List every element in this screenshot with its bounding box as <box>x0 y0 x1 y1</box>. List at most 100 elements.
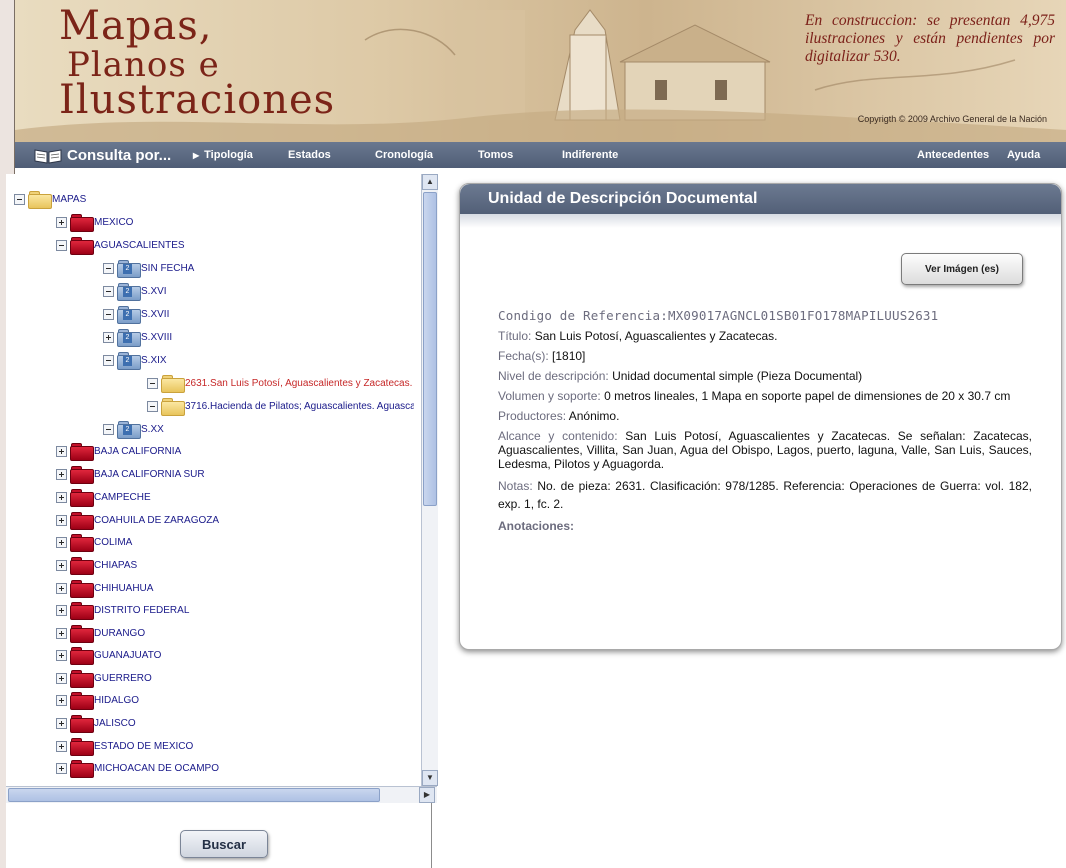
nav-link-tomos[interactable]: Tomos <box>478 149 513 161</box>
tree-label: MICHOACAN DE OCAMPO <box>94 762 220 774</box>
expand-icon[interactable] <box>56 717 67 729</box>
expand-icon[interactable] <box>56 649 67 661</box>
nav-link-antecedentes[interactable]: Antecedentes <box>917 149 989 161</box>
folder-icon <box>70 760 94 778</box>
folder-badge: 2 <box>123 356 132 366</box>
collapse-icon[interactable] <box>147 377 158 389</box>
collapse-icon[interactable] <box>103 354 114 366</box>
scroll-up-icon[interactable]: ▲ <box>422 174 438 190</box>
folder-icon <box>161 398 185 416</box>
expand-icon[interactable] <box>56 694 67 706</box>
level-label: Nivel de descripción: <box>498 369 609 383</box>
nav-link-ayuda[interactable]: Ayuda <box>1007 149 1040 161</box>
tree-node-colima[interactable]: COLIMA <box>56 533 133 552</box>
tree-node-michoacan[interactable]: MICHOACAN DE OCAMPO <box>56 759 220 778</box>
folder-badge: 2 <box>123 425 132 435</box>
expand-icon[interactable] <box>56 514 67 526</box>
expand-icon[interactable] <box>56 740 67 752</box>
expand-icon[interactable] <box>56 762 67 774</box>
nav-link-cronologia[interactable]: Cronología <box>375 149 433 161</box>
folder-icon <box>70 580 94 598</box>
folder-badge: 2 <box>123 264 132 274</box>
folder-icon: 2 <box>117 421 141 439</box>
field-reference: Condigo de Referencia:MX09017AGNCL01SB01… <box>498 309 1032 323</box>
expand-icon[interactable] <box>56 536 67 548</box>
expand-icon[interactable] <box>56 672 67 684</box>
tree-node-baja-california-sur[interactable]: BAJA CALIFORNIA SUR <box>56 465 205 484</box>
tree-node-document-2631[interactable]: 2631.San Luis Potosí, Aguascalientes y Z… <box>147 374 412 393</box>
tree-node-durango[interactable]: DURANGO <box>56 624 146 643</box>
expand-icon[interactable] <box>103 331 114 343</box>
expand-icon[interactable] <box>56 216 67 228</box>
tree-label: DURANGO <box>94 627 146 639</box>
folder-icon <box>70 214 94 232</box>
view-image-button[interactable]: Ver Imágen (es) <box>901 253 1023 285</box>
tree-node-guanajuato[interactable]: GUANAJUATO <box>56 646 161 665</box>
tree-node-aguascalientes[interactable]: AGUASCALIENTES <box>56 236 185 255</box>
tree-node-chiapas[interactable]: CHIAPAS <box>56 556 137 575</box>
folder-badge: 2 <box>123 287 132 297</box>
tree-node-s-xx[interactable]: 2 S.XX <box>103 420 164 439</box>
collapse-icon[interactable] <box>147 400 158 412</box>
field-scope: Alcance y contenido: San Luis Potosí, Ag… <box>498 429 1032 471</box>
scroll-right-icon[interactable]: ▶ <box>419 787 435 803</box>
folder-icon: 2 <box>117 283 141 301</box>
tree-node-mexico[interactable]: MEXICO <box>56 213 134 232</box>
collapse-icon[interactable] <box>56 239 67 251</box>
tree-node-jalisco[interactable]: JALISCO <box>56 714 136 733</box>
folder-icon: 2 <box>117 329 141 347</box>
collapse-icon[interactable] <box>103 423 114 435</box>
tree-node-s-xvii[interactable]: 2 S.XVII <box>103 305 169 324</box>
expand-icon[interactable] <box>56 604 67 616</box>
tree-node-guerrero[interactable]: GUERRERO <box>56 669 152 688</box>
horizontal-scroll-thumb[interactable] <box>8 788 380 802</box>
nav-link-indiferente[interactable]: Indiferente <box>562 149 618 161</box>
search-button[interactable]: Buscar <box>180 830 268 858</box>
tree-label: COLIMA <box>94 536 133 548</box>
tree-node-estado-de-mexico[interactable]: ESTADO DE MEXICO <box>56 737 194 756</box>
nav-link-tipologia[interactable]: ▶ Tipología <box>193 149 253 161</box>
logo-line-1: Mapas, <box>59 3 213 49</box>
tree-node-distrito-federal[interactable]: DISTRITO FEDERAL <box>56 601 189 620</box>
tree-horizontal-scrollbar[interactable]: ▶ <box>6 786 437 803</box>
title-value: San Luis Potosí, Aguascalientes y Zacate… <box>534 329 778 343</box>
folder-icon <box>70 602 94 620</box>
header-banner: Mapas, Planos e Ilustraciones En constru… <box>15 0 1066 142</box>
expand-icon[interactable] <box>56 445 67 457</box>
tree-label: GUERRERO <box>94 672 152 684</box>
tree-node-s-xviii[interactable]: 2 S.XVIII <box>103 328 172 347</box>
tree-node-s-xix[interactable]: 2 S.XIX <box>103 351 167 370</box>
tree-node-coahuila[interactable]: COAHUILA DE ZARAGOZA <box>56 511 219 530</box>
tree-label: ESTADO DE MEXICO <box>94 740 194 752</box>
tree-label: CAMPECHE <box>94 491 151 503</box>
tree-vertical-scrollbar[interactable]: ▲ ▼ <box>421 174 438 786</box>
folder-icon: 2 <box>117 306 141 324</box>
document-fields: Condigo de Referencia:MX09017AGNCL01SB01… <box>498 309 1032 539</box>
tree-label: MEXICO <box>94 216 134 228</box>
nav-link-estados[interactable]: Estados <box>288 149 331 161</box>
expand-icon[interactable] <box>56 491 67 503</box>
tree-node-baja-california[interactable]: BAJA CALIFORNIA <box>56 442 181 461</box>
collapse-icon[interactable] <box>103 262 114 274</box>
tree-view[interactable]: MAPAS MEXICO AGUASCALIENTES 2 SIN FECHA … <box>6 174 414 786</box>
expand-icon[interactable] <box>56 468 67 480</box>
tree-node-hidalgo[interactable]: HIDALGO <box>56 691 139 710</box>
folder-icon <box>70 534 94 552</box>
tree-node-chihuahua[interactable]: CHIHUAHUA <box>56 579 153 598</box>
scroll-down-icon[interactable]: ▼ <box>422 770 438 786</box>
site-logo[interactable]: Mapas, Planos e Ilustraciones <box>59 6 335 120</box>
tree-node-document-3716[interactable]: 3716.Hacienda de Pilatos; Aguascalientes… <box>147 397 414 416</box>
expand-icon[interactable] <box>56 627 67 639</box>
collapse-icon[interactable] <box>103 285 114 297</box>
folder-icon <box>70 557 94 575</box>
tree-node-campeche[interactable]: CAMPECHE <box>56 488 151 507</box>
vertical-scroll-thumb[interactable] <box>423 192 437 506</box>
collapse-icon[interactable] <box>14 193 25 205</box>
expand-icon[interactable] <box>56 559 67 571</box>
tree-node-sin-fecha[interactable]: 2 SIN FECHA <box>103 259 194 278</box>
tree-node-mapas[interactable]: MAPAS <box>14 190 86 209</box>
collapse-icon[interactable] <box>103 308 114 320</box>
folder-icon <box>70 670 94 688</box>
expand-icon[interactable] <box>56 582 67 594</box>
tree-node-s-xvi[interactable]: 2 S.XVI <box>103 282 167 301</box>
